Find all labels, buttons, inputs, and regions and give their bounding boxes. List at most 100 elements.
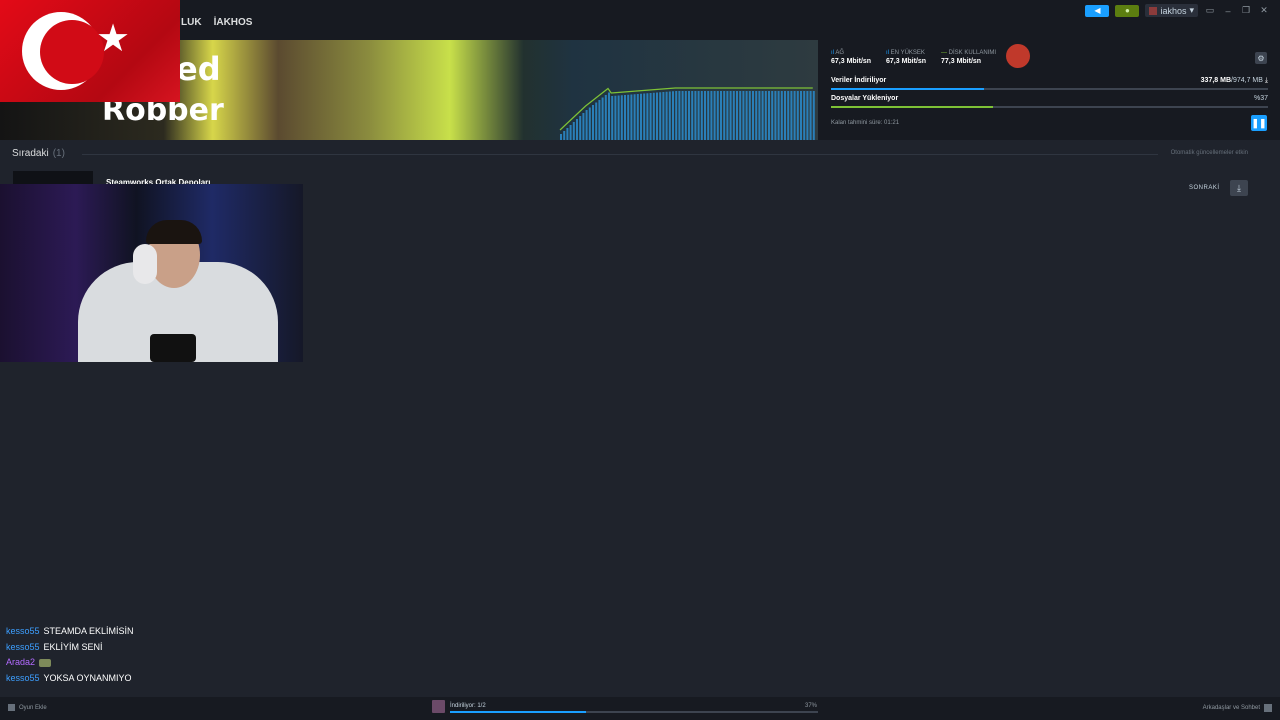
download-size: 337,8 MB/974,7 MB ⤓ xyxy=(1201,77,1268,85)
gear-icon: ⚙ xyxy=(1257,53,1265,63)
chat-text: YOKSA OYNANMIYO xyxy=(43,672,132,683)
notification-button[interactable]: ● xyxy=(1115,4,1140,17)
stat-network-label: AĞ xyxy=(835,50,845,56)
next-label: SONRAKİ xyxy=(1189,185,1220,191)
network-chart-bar xyxy=(633,94,636,140)
downloading-label: Veriler İndiriliyor xyxy=(831,77,887,84)
network-chart-bar xyxy=(659,92,662,140)
network-chart-bar xyxy=(745,91,748,140)
network-chart-bar xyxy=(569,125,572,140)
chat-message: Arada2 xyxy=(6,656,134,672)
network-chart-bar xyxy=(809,91,812,140)
main-menu: LUK İAKHOS xyxy=(181,17,252,28)
network-chart-bar xyxy=(726,91,729,140)
microphone-icon xyxy=(150,334,196,362)
game-title-top: ed xyxy=(176,50,221,88)
network-chart-bar xyxy=(595,102,598,140)
network-chart-bar xyxy=(598,100,601,140)
network-chart-bar xyxy=(790,91,793,140)
upload-progress-fill xyxy=(831,106,993,108)
chat-username: Arada2 xyxy=(6,657,36,667)
friends-chat-button[interactable]: Arkadaşlar ve Sohbet xyxy=(1203,704,1272,712)
network-chart-bar xyxy=(656,92,658,140)
network-chart-bar xyxy=(582,113,585,140)
close-icon[interactable]: ✕ xyxy=(1258,5,1270,16)
network-chart-bar xyxy=(748,91,751,140)
network-chart-bar xyxy=(723,91,726,140)
bar-chart-icon: ıl xyxy=(886,50,889,56)
network-chart-bar xyxy=(732,91,735,140)
user-menu[interactable]: iakhos ▾ xyxy=(1145,4,1198,17)
network-chart-bar xyxy=(742,91,745,140)
minimize-icon[interactable]: – xyxy=(1222,6,1234,16)
queue-download-button[interactable]: ⤓ xyxy=(1230,180,1248,196)
downloading-status[interactable]: İndiriliyor: 1/2 xyxy=(450,703,486,709)
network-chart-bar xyxy=(662,92,665,140)
network-chart-bar xyxy=(739,91,742,140)
streamer-hair xyxy=(146,220,202,244)
network-chart-bar xyxy=(787,91,790,140)
network-chart-bar xyxy=(668,91,671,140)
stat-disk-label: DİSK KULLANIMI xyxy=(948,50,997,56)
flag-star-icon: ★ xyxy=(96,18,131,60)
monitor-icon[interactable]: ▭ xyxy=(1204,5,1216,16)
queue-header: Sıradaki (1) Otomatik güncellemeler etkin xyxy=(12,148,1248,159)
stat-peak-value: 67,3 Mbit/sn xyxy=(886,58,927,65)
chat-icon xyxy=(1264,704,1272,712)
auto-updates-text: Otomatik güncellemeler etkin xyxy=(1170,150,1248,156)
webcam-overlay xyxy=(0,184,303,362)
network-chart-bar xyxy=(630,94,633,140)
network-chart-bar xyxy=(604,95,607,140)
network-chart-bar xyxy=(672,91,674,140)
network-chart-bar xyxy=(627,94,630,140)
network-chart-bar xyxy=(752,91,754,140)
network-chart-bar xyxy=(675,91,678,140)
window-controls: ◀ ● iakhos ▾ ▭ – ❐ ✕ xyxy=(1085,4,1270,17)
network-chart-bar xyxy=(646,93,649,140)
network-chart-bar xyxy=(764,91,767,140)
network-chart-bar xyxy=(588,107,591,140)
network-chart-bar xyxy=(694,91,697,140)
network-chart-bar xyxy=(681,91,684,140)
downloading-game-icon[interactable] xyxy=(432,700,445,713)
network-chart-bar xyxy=(710,91,713,140)
upload-progress-bar xyxy=(831,106,1268,108)
network-chart-bar xyxy=(720,91,722,140)
network-chart-bar xyxy=(755,91,758,140)
network-chart-bar xyxy=(576,119,578,140)
chat-message: kesso55 STEAMDA EKLİMİSİN xyxy=(6,625,134,641)
chat-username: kesso55 xyxy=(6,626,40,636)
chat-message: kesso55 YOKSA OYNANMIYO xyxy=(6,672,134,688)
friends-label: Arkadaşlar ve Sohbet xyxy=(1202,705,1260,711)
network-chart-bar xyxy=(761,91,764,140)
stat-network-value: 67,3 Mbit/sn xyxy=(831,58,872,65)
network-chart-bar xyxy=(617,95,620,140)
download-icon: ⤓ xyxy=(1237,182,1241,193)
flag-crescent-inner xyxy=(40,20,104,84)
network-chart-bar xyxy=(624,95,626,140)
network-chart-bar xyxy=(636,94,639,140)
network-chart-bar xyxy=(700,91,703,140)
settings-button[interactable]: ⚙ xyxy=(1255,52,1267,64)
game-logo-icon xyxy=(1006,44,1030,68)
menu-item-profile[interactable]: İAKHOS xyxy=(214,17,253,28)
add-game-button[interactable]: Oyun Ekle xyxy=(8,704,47,711)
network-chart-bar xyxy=(614,95,617,140)
maximize-icon[interactable]: ❐ xyxy=(1240,5,1252,16)
network-chart-bar xyxy=(566,128,569,140)
network-chart-bar xyxy=(796,91,799,140)
bottom-progress-bar xyxy=(450,711,818,713)
turkish-flag-overlay: ★ xyxy=(0,0,180,102)
network-chart-bar xyxy=(640,93,642,140)
network-chart-bar xyxy=(806,91,809,140)
announcement-button[interactable]: ◀ xyxy=(1085,4,1110,17)
pause-button[interactable]: ❚❚ xyxy=(1251,115,1267,131)
network-chart-bar xyxy=(560,134,562,140)
chat-message: kesso55 EKLİYİM SENİ xyxy=(6,641,134,657)
upload-progress-row: Dosyalar Yükleniyor %37 xyxy=(831,95,1268,108)
network-chart-bar xyxy=(572,122,575,140)
menu-item-library[interactable]: LUK xyxy=(181,17,202,28)
stat-disk-value: 77,3 Mbit/sn xyxy=(941,58,982,65)
network-chart-bar xyxy=(643,93,646,140)
bar-chart-icon: ıl xyxy=(831,50,834,56)
